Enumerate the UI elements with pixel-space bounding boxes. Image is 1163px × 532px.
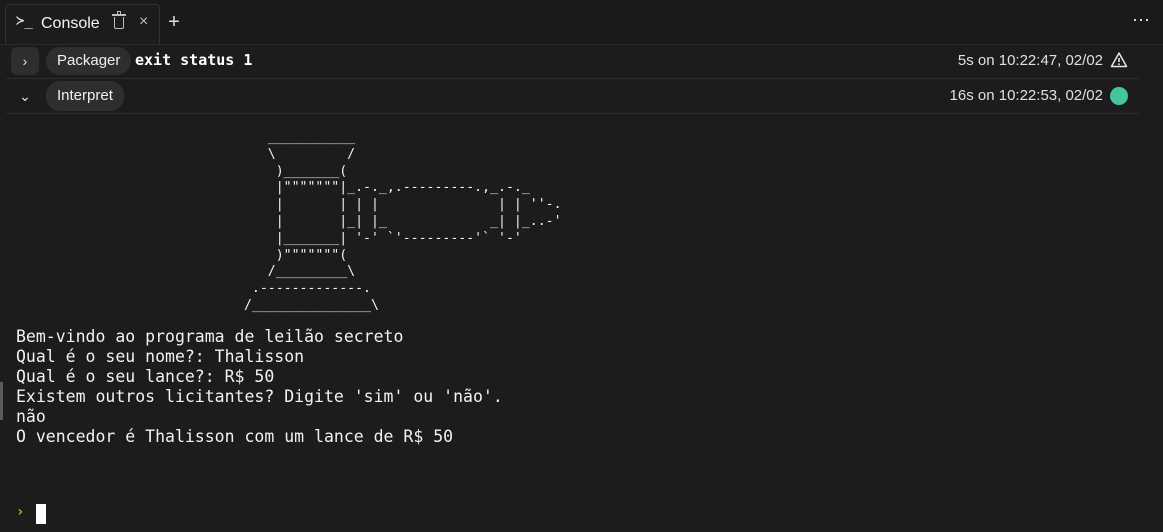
tab-title: Console (41, 15, 100, 32)
warning-icon (1110, 52, 1128, 68)
success-dot-icon (1110, 87, 1128, 105)
exit-status-text: exit status 1 (135, 51, 253, 69)
prompt-caret-icon: › (16, 504, 25, 520)
run-timing: 5s on 10:22:47, 02/02 (957, 52, 1103, 69)
close-icon[interactable]: × (139, 13, 148, 31)
run-entry-packager: › Packager exit status 1 5s on 10:22:47,… (6, 44, 1139, 79)
terminal-icon: ≻_ (16, 13, 33, 29)
text-cursor (36, 504, 46, 524)
run-entry-interpret: ⌄ Interpret 16s on 10:22:53, 02/02 (6, 79, 1139, 114)
run-label-pill[interactable]: Interpret (46, 81, 124, 111)
run-label-pill[interactable]: Packager (46, 47, 132, 75)
output-line: Bem-vindo ao programa de leilão secreto (16, 326, 404, 346)
run-timing: 16s on 10:22:53, 02/02 (949, 87, 1103, 104)
trash-icon[interactable] (112, 11, 126, 29)
expand-chevron-icon[interactable]: › (11, 47, 39, 75)
output-line: O vencedor é Thalisson com um lance de R… (16, 426, 454, 446)
scrollbar-marker[interactable] (0, 382, 3, 420)
collapse-chevron-icon[interactable]: ⌄ (11, 82, 39, 110)
output-line: Existem outros licitantes? Digite 'sim' … (16, 386, 503, 406)
more-options-icon[interactable]: ⋯ (1132, 10, 1151, 31)
tab-console[interactable]: ≻_ Console × (5, 4, 160, 44)
output-line: Qual é o seu nome?: Thalisson (16, 346, 305, 366)
console-toolbar: ≻_ Console × + ⋯ (0, 0, 1163, 45)
output-line: não (16, 406, 46, 426)
add-tab-button[interactable]: + (165, 8, 183, 36)
ascii-art-gavel: ___________ \ / )_______( |"""""""|_.-._… (243, 130, 562, 313)
console-output: ___________ \ / )_______( |"""""""|_.-._… (16, 124, 1146, 447)
output-line: Qual é o seu lance?: R$ 50 (16, 366, 275, 386)
